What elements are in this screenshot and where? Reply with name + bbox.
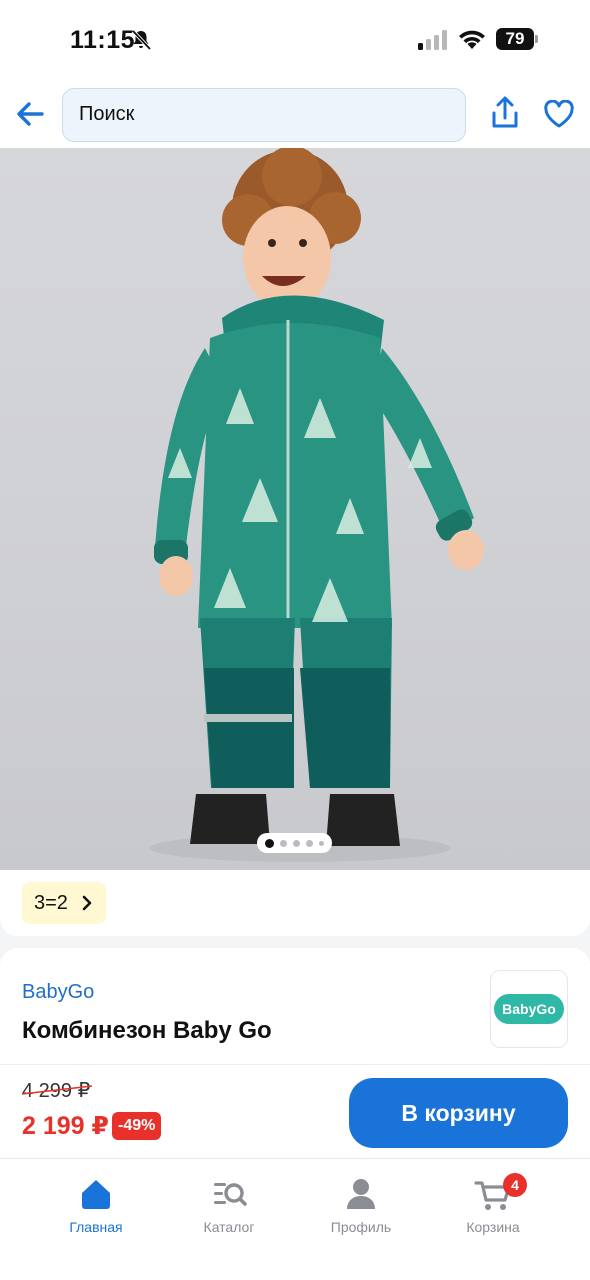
brand-link[interactable]: BabyGo <box>22 981 94 1004</box>
divider <box>0 1064 590 1065</box>
product-photo-illustration <box>150 148 484 862</box>
tab-label: Профиль <box>330 1219 392 1235</box>
product-image[interactable] <box>0 148 590 870</box>
back-arrow-icon[interactable] <box>14 98 46 130</box>
add-to-cart-button[interactable]: В корзину <box>349 1078 568 1148</box>
share-icon[interactable] <box>490 96 520 130</box>
search-input[interactable]: Поиск <box>62 88 466 142</box>
top-bar: Поиск <box>0 82 590 148</box>
tab-profile[interactable]: Профиль <box>311 1175 411 1235</box>
product-card: BabyGo Комбинезон Baby Go BabyGo 4 299 ₽… <box>0 948 590 1158</box>
tab-label: Корзина <box>466 1219 520 1235</box>
gallery-pagination[interactable] <box>257 833 332 853</box>
chevron-right-icon <box>82 895 92 911</box>
tab-cart[interactable]: 4 Корзина <box>443 1173 543 1235</box>
status-bar: 11:15 79 <box>0 0 590 82</box>
catalog-search-icon <box>214 1183 247 1206</box>
gallery-dot[interactable] <box>293 839 300 847</box>
status-time: 11:15 <box>70 26 136 54</box>
battery-tip <box>535 35 538 43</box>
promo-label: 3=2 <box>34 891 68 914</box>
gallery-dot[interactable] <box>265 838 274 848</box>
cart-count-badge: 4 <box>503 1173 527 1197</box>
battery-icon: 79 <box>496 28 534 50</box>
promo-badge[interactable]: 3=2 <box>22 882 106 924</box>
discount-badge: -49% <box>112 1112 162 1140</box>
product-title: Комбинезон Baby Go <box>22 1017 272 1044</box>
wifi-icon <box>459 30 485 49</box>
current-price: 2 199 ₽ <box>22 1112 109 1140</box>
tab-label: Каталог <box>203 1219 255 1235</box>
profile-icon <box>347 1179 375 1209</box>
tab-catalog[interactable]: Каталог <box>179 1175 279 1235</box>
bottom-tab-bar: Главная Каталог Профиль 4 Корзина <box>0 1158 590 1280</box>
gallery-dot[interactable] <box>319 840 324 846</box>
signal-icon <box>418 30 447 50</box>
home-icon <box>82 1180 110 1209</box>
promo-strip: 3=2 <box>0 870 590 936</box>
gallery-dot[interactable] <box>306 839 313 847</box>
bell-slash-icon <box>131 29 152 51</box>
tab-label: Главная <box>69 1219 123 1235</box>
heart-icon[interactable] <box>543 100 575 128</box>
brand-logo[interactable]: BabyGo <box>490 970 568 1048</box>
tab-home[interactable]: Главная <box>46 1175 146 1235</box>
brand-logo-text: BabyGo <box>494 994 564 1024</box>
price-strikethrough <box>21 1085 93 1095</box>
gallery-dot[interactable] <box>280 839 287 847</box>
